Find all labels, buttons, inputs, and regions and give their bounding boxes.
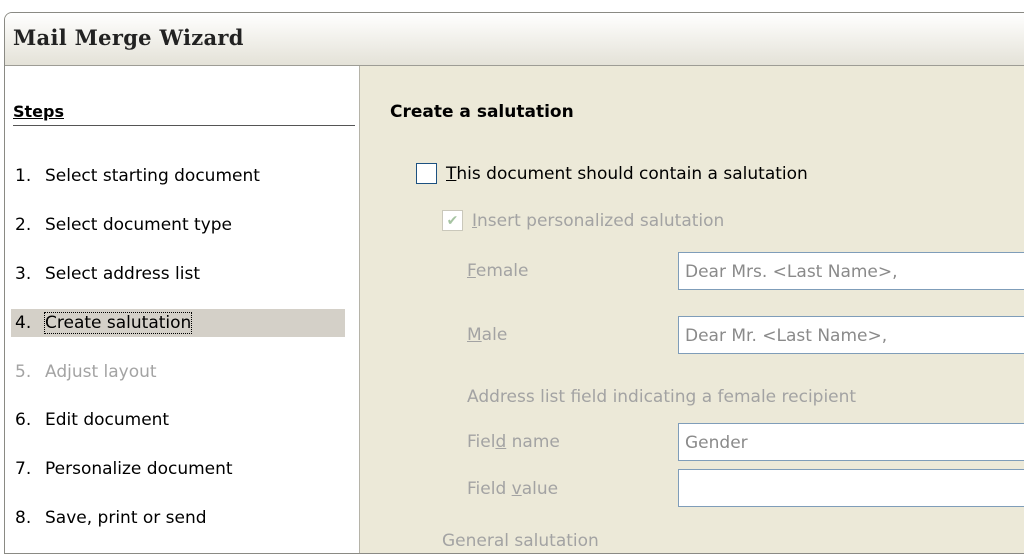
step-number: 8. (15, 508, 32, 528)
step-number: 3. (15, 264, 32, 284)
step-save-print-send[interactable]: 8. Save, print or send (11, 504, 345, 532)
window-title: Mail Merge Wizard (13, 25, 244, 50)
step-number: 1. (15, 166, 32, 186)
address-field-caption: Address list field indicating a female r… (467, 387, 857, 407)
step-label: Save, print or send (45, 508, 207, 528)
step-label: Select starting document (45, 166, 260, 186)
step-create-salutation[interactable]: 4. Create salutation (11, 309, 345, 337)
step-select-address-list[interactable]: 3. Select address list (11, 260, 345, 288)
steps-header: Steps (13, 102, 355, 126)
step-label: Select document type (45, 215, 232, 235)
step-number: 5. (15, 362, 32, 382)
steps-pane: Steps 1. Select starting document 2. Selec… (5, 66, 360, 553)
insert-personalized-checkbox-row: ✔ Insert personalized salutation (442, 210, 724, 231)
step-label: Adjust layout (45, 362, 157, 382)
male-label: Male (467, 325, 508, 345)
mail-merge-wizard-window: Mail Merge Wizard Steps 1. Select startin… (4, 12, 1024, 554)
step-adjust-layout: 5. Adjust layout (11, 358, 345, 386)
step-label: Personalize document (45, 459, 233, 479)
field-name-combobox[interactable]: Gender (678, 423, 1024, 461)
content-pane: Create a salutation This document should… (360, 66, 1024, 553)
step-select-document-type[interactable]: 2. Select document type (11, 211, 345, 239)
contain-salutation-checkbox[interactable] (416, 163, 437, 184)
title-bar[interactable]: Mail Merge Wizard (5, 13, 1024, 66)
female-label: Female (467, 261, 529, 281)
step-select-starting-document[interactable]: 1. Select starting document (11, 162, 345, 190)
male-salutation-field[interactable]: Dear Mr. <Last Name>, (678, 316, 1024, 354)
insert-personalized-label: Insert personalized salutation (472, 210, 725, 231)
step-number: 7. (15, 459, 32, 479)
section-title: Create a salutation (390, 102, 574, 122)
field-value-label: Field value (467, 479, 559, 499)
step-label: Create salutation (43, 312, 193, 334)
step-label: Select address list (45, 264, 201, 284)
step-personalize-document[interactable]: 7. Personalize document (11, 455, 345, 483)
contain-salutation-label: This document should contain a salutatio… (446, 163, 808, 184)
female-salutation-field[interactable]: Dear Mrs. <Last Name>, (678, 252, 1024, 290)
step-number: 2. (15, 215, 32, 235)
step-number: 4. (15, 313, 32, 333)
field-name-label: Field name (467, 432, 560, 452)
check-icon: ✔ (442, 210, 463, 231)
step-label: Edit document (45, 410, 170, 430)
contain-salutation-checkbox-row[interactable]: This document should contain a salutatio… (416, 163, 808, 184)
step-edit-document[interactable]: 6. Edit document (11, 406, 345, 434)
field-value-combobox[interactable] (678, 469, 1024, 507)
step-number: 6. (15, 410, 32, 430)
general-salutation-caption: General salutation (442, 531, 599, 551)
